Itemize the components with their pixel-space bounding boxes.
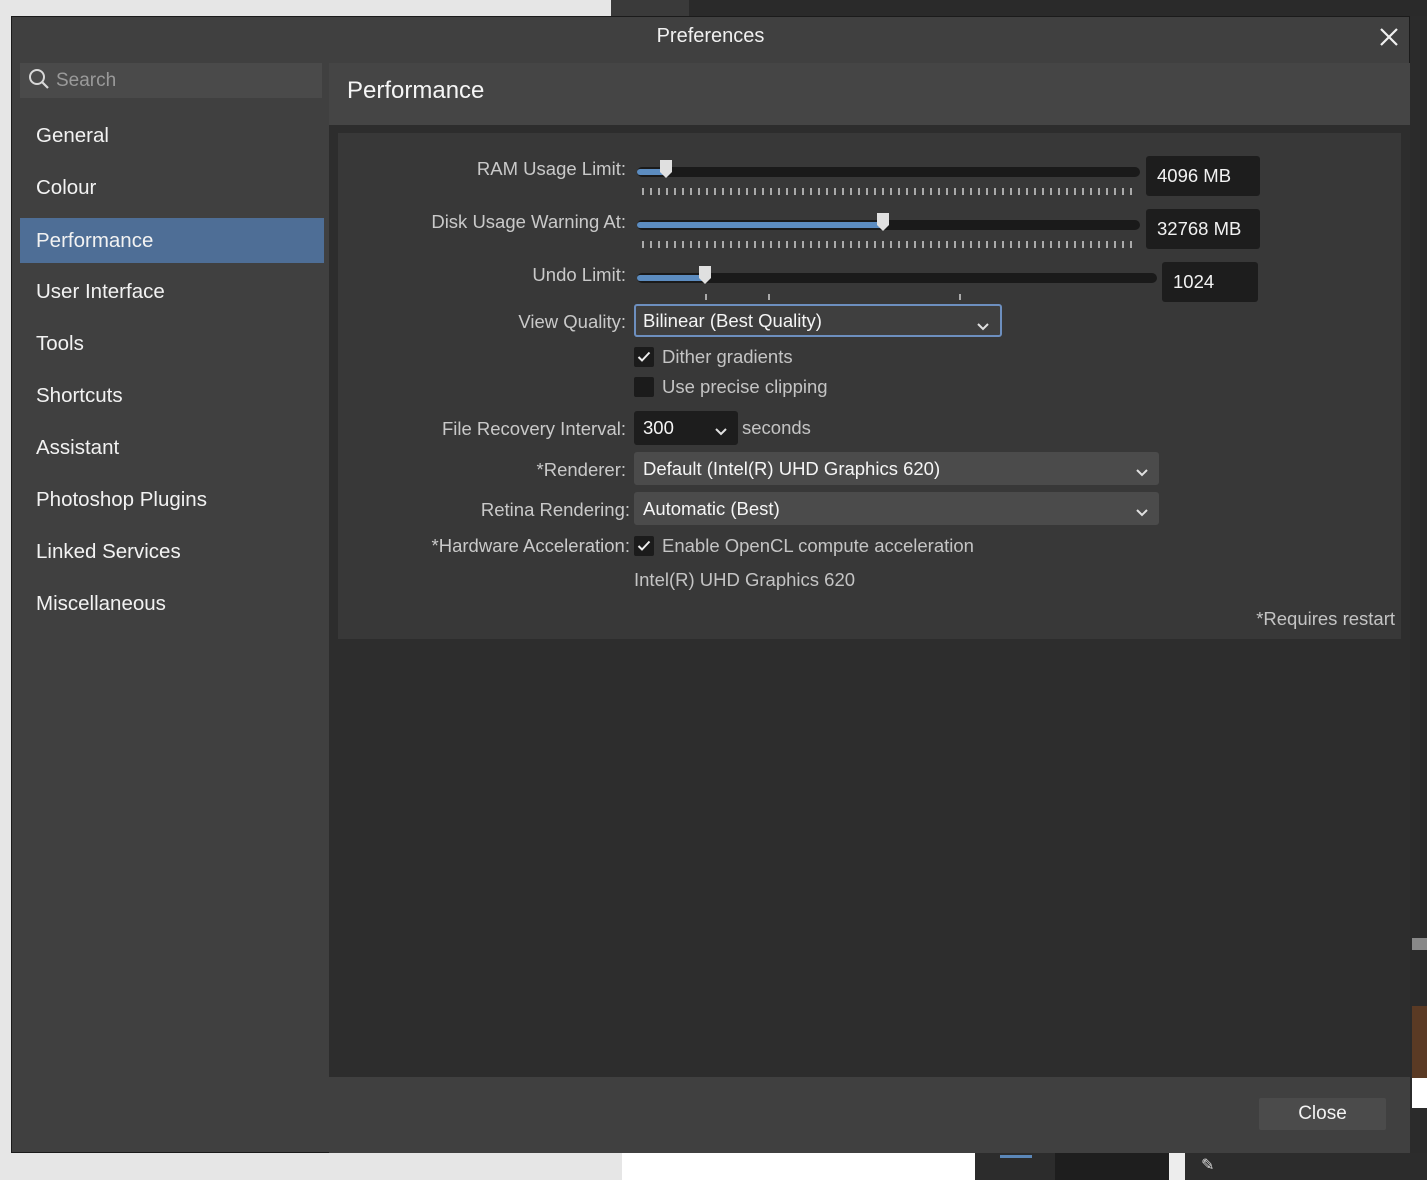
ram-usage-slider[interactable] xyxy=(637,160,1140,178)
slider-thumb[interactable] xyxy=(877,213,889,231)
background-scroll-indicator xyxy=(1412,938,1427,950)
sidebar-item-label: Assistant xyxy=(36,436,120,459)
sidebar-item-label: Miscellaneous xyxy=(36,592,166,615)
dither-gradients-row[interactable]: Dither gradients xyxy=(634,346,793,368)
panel-body: RAM Usage Limit: 4096 MB Disk Usage Warn… xyxy=(329,125,1410,1077)
undo-limit-slider[interactable] xyxy=(637,266,1157,284)
settings-group: RAM Usage Limit: 4096 MB Disk Usage Warn… xyxy=(338,133,1401,639)
chevron-down-icon xyxy=(1135,501,1149,523)
requires-restart-note: *Requires restart xyxy=(1256,608,1395,629)
sidebar-item-label: Colour xyxy=(36,176,97,199)
file-recovery-unit: seconds xyxy=(742,417,811,438)
opencl-row[interactable]: Enable OpenCL compute acceleration xyxy=(634,535,974,557)
precise-clipping-label: Use precise clipping xyxy=(662,376,828,397)
disk-usage-slider[interactable] xyxy=(637,213,1140,231)
search-input[interactable] xyxy=(56,69,306,92)
slider-fill xyxy=(637,222,883,228)
retina-rendering-label: Retina Rendering: xyxy=(480,499,630,520)
checkmark-icon xyxy=(637,540,651,551)
sidebar-item-colour[interactable]: Colour xyxy=(20,162,324,214)
background-tab xyxy=(611,0,689,16)
background-toolbar-divider xyxy=(1169,1153,1185,1180)
checkmark-icon xyxy=(637,351,651,362)
background-tool-indicator xyxy=(1000,1155,1032,1158)
pen-tool-icon[interactable]: ✎ xyxy=(1201,1155,1214,1174)
gpu-device-name: Intel(R) UHD Graphics 620 xyxy=(634,569,856,590)
sidebar-item-shortcuts[interactable]: Shortcuts xyxy=(20,370,324,422)
precise-clipping-checkbox[interactable] xyxy=(634,377,654,397)
background-white-strip xyxy=(1412,1078,1427,1108)
undo-limit-value[interactable]: 1024 xyxy=(1162,262,1258,302)
ram-slider-ticks xyxy=(642,188,1138,195)
close-icon[interactable] xyxy=(1375,23,1403,51)
file-recovery-value: 300 xyxy=(643,417,674,438)
panel-header: Performance xyxy=(329,63,1410,125)
slider-thumb[interactable] xyxy=(699,266,711,284)
sidebar-item-label: Shortcuts xyxy=(36,384,123,407)
slider-thumb[interactable] xyxy=(660,160,672,178)
sidebar-item-label: Tools xyxy=(36,332,84,355)
undo-limit-label: Undo Limit: xyxy=(532,264,626,285)
renderer-label: *Renderer: xyxy=(536,459,626,480)
close-button[interactable]: Close xyxy=(1259,1098,1386,1130)
ram-usage-value[interactable]: 4096 MB xyxy=(1146,156,1260,196)
background-window-top xyxy=(611,0,1427,16)
sidebar-item-assistant[interactable]: Assistant xyxy=(20,422,324,474)
sidebar-item-label: User Interface xyxy=(36,280,165,303)
file-recovery-label: File Recovery Interval: xyxy=(441,418,626,439)
sidebar-item-linked-services[interactable]: Linked Services xyxy=(20,526,324,578)
undo-tick xyxy=(959,294,961,300)
sidebar-item-label: Performance xyxy=(36,228,154,252)
disk-slider-ticks xyxy=(642,241,1138,248)
dialog-title: Preferences xyxy=(656,25,765,47)
search-box[interactable] xyxy=(20,63,322,98)
chevron-down-icon xyxy=(976,315,990,337)
slider-fill xyxy=(637,275,705,281)
sidebar-item-label: Linked Services xyxy=(36,540,181,563)
chevron-down-icon xyxy=(1135,461,1149,483)
retina-rendering-value: Automatic (Best) xyxy=(643,497,780,519)
view-quality-value: Bilinear (Best Quality) xyxy=(643,309,822,331)
view-quality-dropdown[interactable]: Bilinear (Best Quality) xyxy=(634,304,1002,337)
dialog-footer: Close xyxy=(329,1077,1410,1153)
disk-usage-label: Disk Usage Warning At: xyxy=(431,211,626,232)
sidebar-item-user-interface[interactable]: User Interface xyxy=(20,266,324,318)
sidebar-item-label: Photoshop Plugins xyxy=(36,488,207,511)
dither-gradients-label: Dither gradients xyxy=(662,346,793,367)
dither-gradients-checkbox[interactable] xyxy=(634,347,654,367)
opencl-label: Enable OpenCL compute acceleration xyxy=(662,535,974,556)
preferences-dialog: Preferences General Colour Performance U… xyxy=(11,16,1410,1153)
title-bar: Preferences xyxy=(12,17,1409,57)
page-title: Performance xyxy=(347,77,485,104)
hardware-acceleration-label: *Hardware Acceleration: xyxy=(431,535,630,556)
disk-usage-value[interactable]: 32768 MB xyxy=(1146,209,1260,249)
sidebar-item-performance[interactable]: Performance xyxy=(20,218,324,263)
opencl-checkbox[interactable] xyxy=(634,536,654,556)
renderer-dropdown[interactable]: Default (Intel(R) UHD Graphics 620) xyxy=(634,452,1159,485)
background-window-right xyxy=(1410,16,1427,1180)
chevron-down-icon xyxy=(714,420,728,442)
retina-rendering-dropdown[interactable]: Automatic (Best) xyxy=(634,492,1159,525)
undo-tick xyxy=(768,294,770,300)
undo-tick xyxy=(705,294,707,300)
file-recovery-dropdown[interactable]: 300 xyxy=(634,411,738,445)
ram-usage-label: RAM Usage Limit: xyxy=(476,158,626,179)
sidebar-nav: General Colour Performance User Interfac… xyxy=(20,110,324,630)
sidebar-item-tools[interactable]: Tools xyxy=(20,318,324,370)
renderer-value: Default (Intel(R) UHD Graphics 620) xyxy=(643,457,941,479)
sidebar-item-miscellaneous[interactable]: Miscellaneous xyxy=(20,578,324,630)
sidebar-item-label: General xyxy=(36,124,109,147)
background-toolbar: ✎ xyxy=(975,1153,1427,1180)
background-canvas xyxy=(622,1153,975,1180)
sidebar-item-general[interactable]: General xyxy=(20,110,324,162)
sidebar-item-photoshop-plugins[interactable]: Photoshop Plugins xyxy=(20,474,324,526)
precise-clipping-row[interactable]: Use precise clipping xyxy=(634,376,828,398)
background-toolbar-segment xyxy=(1055,1153,1169,1180)
search-icon xyxy=(28,68,50,94)
view-quality-label: View Quality: xyxy=(518,311,626,332)
